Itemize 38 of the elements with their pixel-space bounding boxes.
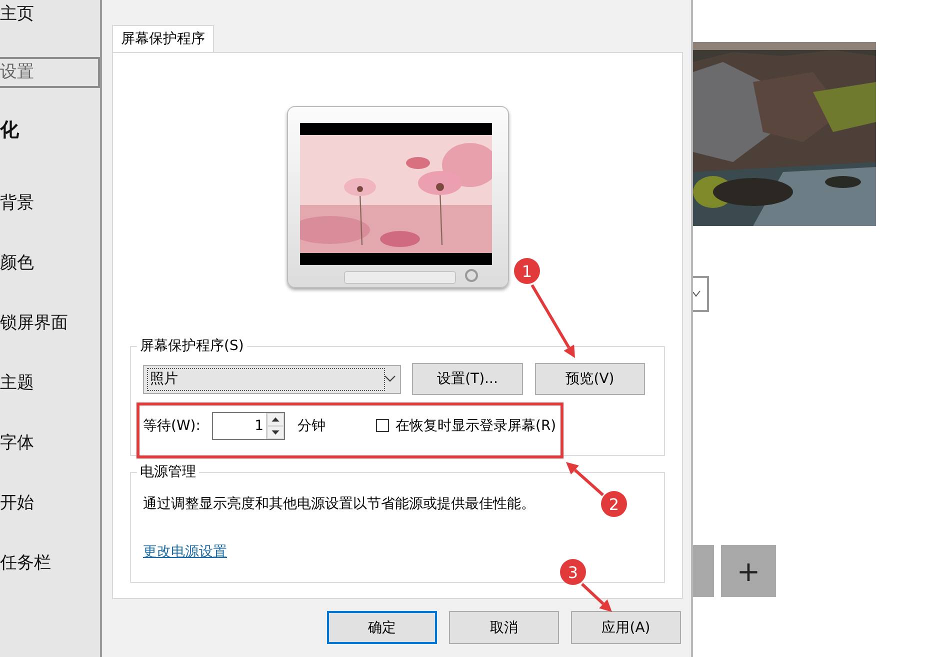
pointer-arrow <box>566 462 604 496</box>
chevron-icon <box>384 375 396 383</box>
step-marker: 1 <box>514 258 540 284</box>
step-marker: 2 <box>601 491 627 517</box>
sidebar-item[interactable]: 锁屏界面 <box>0 293 100 353</box>
step-marker: 3 <box>560 559 586 585</box>
zoom-in-button[interactable]: + <box>721 545 776 597</box>
wait-label: 等待(W): <box>143 416 200 434</box>
tab[interactable]: 屏幕保护程序 <box>112 25 214 52</box>
spin-down-button[interactable] <box>267 426 284 438</box>
minutes-spinbox[interactable]: 1 <box>212 412 286 440</box>
search-field[interactable]: 设置 <box>0 57 100 88</box>
checkbox-label[interactable]: 在恢复时显示登录屏幕(R) <box>395 416 556 434</box>
sidebar-item[interactable]: 开始 <box>0 473 100 533</box>
power-button-icon <box>464 269 478 282</box>
ok-button[interactable]: 确定 <box>327 611 437 644</box>
sidebar-item[interactable]: 背景 <box>0 173 100 233</box>
group-title: 屏幕保护程序(S) <box>137 337 247 355</box>
sidebar-item[interactable]: 主题 <box>0 353 100 413</box>
sidebar-item[interactable]: 任务栏 <box>0 533 100 593</box>
dropdown[interactable] <box>693 276 709 312</box>
power-description: 通过调整显示亮度和其他电源设置以节省能源或提供最佳性能。 <box>143 495 535 513</box>
preview-button[interactable]: 预览(V) <box>535 363 645 395</box>
section-heading: 化 <box>0 118 20 143</box>
settings-button[interactable]: 设置(T)... <box>412 363 523 395</box>
power-settings-link[interactable]: 更改电源设置 <box>143 543 227 561</box>
cancel-button[interactable]: 取消 <box>449 611 559 644</box>
spin-up-button[interactable] <box>267 412 284 426</box>
sidebar-item[interactable]: 字体 <box>0 413 100 473</box>
group-title: 电源管理 <box>137 463 199 481</box>
sidebar-item[interactable]: 颜色 <box>0 233 100 293</box>
unit-label: 分钟 <box>297 416 326 434</box>
screensaver-dropdown[interactable]: 照片 <box>143 364 401 394</box>
checkbox[interactable] <box>376 419 390 432</box>
home-link[interactable]: 主页 <box>0 0 100 44</box>
pointer-arrow <box>580 582 612 612</box>
apply-button[interactable]: 应用(A) <box>571 611 681 644</box>
chevron-icon <box>693 290 701 298</box>
